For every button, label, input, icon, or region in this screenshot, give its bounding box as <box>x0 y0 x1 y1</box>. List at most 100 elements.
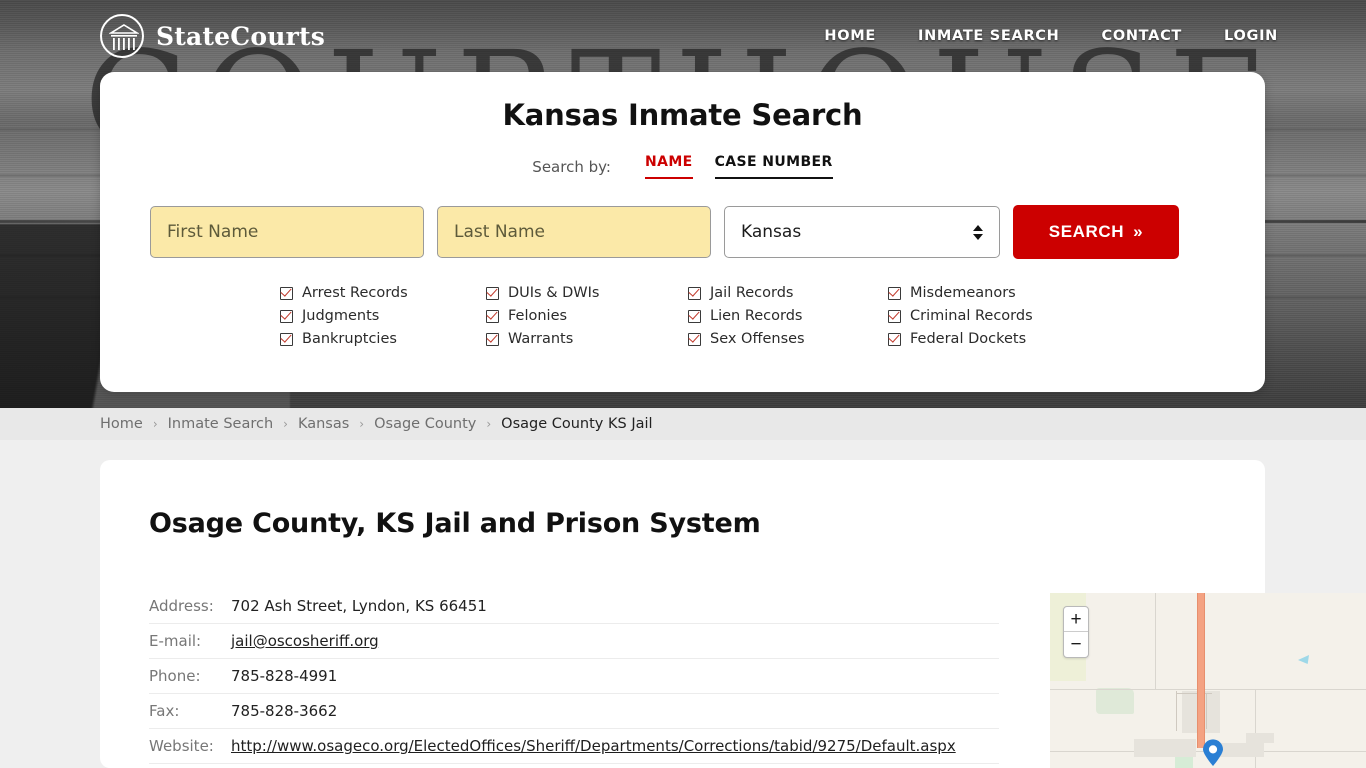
info-key: Website: <box>149 737 214 755</box>
top-navigation-bar: StateCourts HOME INMATE SEARCH CONTACT L… <box>0 0 1366 72</box>
nav-item-login[interactable]: LOGIN <box>1224 28 1278 44</box>
record-type-label: DUIs & DWIs <box>508 285 600 301</box>
record-type-item[interactable]: Judgments <box>280 308 486 324</box>
map-park-area <box>1096 688 1134 714</box>
tab-case-number[interactable]: CASE NUMBER <box>714 154 833 179</box>
map-minor-road <box>1206 693 1207 729</box>
main-nav: HOME INMATE SEARCH CONTACT LOGIN <box>824 28 1278 44</box>
breadcrumb-item-inmate-search[interactable]: Inmate Search <box>168 416 274 432</box>
record-type-list: Arrest Records DUIs & DWIs Jail Records … <box>280 285 1265 347</box>
nav-item-inmate-search[interactable]: INMATE SEARCH <box>918 28 1060 44</box>
table-row: Phone: 785-828-4991 <box>149 659 999 694</box>
chevron-right-double-icon: » <box>1133 222 1144 241</box>
map-water-area <box>1298 655 1309 664</box>
record-type-item[interactable]: Felonies <box>486 308 688 324</box>
info-value-fax: 785-828-3662 <box>231 702 338 720</box>
checkbox-checked-icon <box>688 286 701 300</box>
map-minor-road <box>1176 693 1212 694</box>
record-type-item[interactable]: DUIs & DWIs <box>486 285 688 301</box>
chevron-right-icon: › <box>486 417 492 431</box>
nav-item-home[interactable]: HOME <box>824 28 876 44</box>
breadcrumb-item-home[interactable]: Home <box>100 416 143 432</box>
table-row: Address: 702 Ash Street, Lyndon, KS 6645… <box>149 589 999 624</box>
map-location-marker-icon[interactable] <box>1202 739 1224 767</box>
search-by-label: Search by: <box>532 157 611 176</box>
nav-item-contact[interactable]: CONTACT <box>1101 28 1182 44</box>
record-type-label: Arrest Records <box>302 285 408 301</box>
map-tiles <box>1050 593 1366 768</box>
record-type-item[interactable]: Criminal Records <box>888 308 1098 324</box>
brand-logo[interactable]: StateCourts <box>100 14 325 58</box>
info-key: E-mail: <box>149 632 202 650</box>
info-value-website: http://www.osageco.org/ElectedOffices/Sh… <box>231 737 956 755</box>
chevron-right-icon: › <box>283 417 288 431</box>
record-type-item[interactable]: Federal Dockets <box>888 331 1098 347</box>
record-type-label: Felonies <box>508 308 568 324</box>
table-row: Fax: 785-828-3662 <box>149 694 999 729</box>
email-link[interactable]: jail@oscosheriff.org <box>231 632 379 650</box>
info-value-phone: 785-828-4991 <box>231 667 338 685</box>
search-button[interactable]: SEARCH » <box>1013 205 1179 259</box>
record-type-item[interactable]: Warrants <box>486 331 688 347</box>
info-key: Phone: <box>149 667 201 685</box>
record-type-label: Federal Dockets <box>910 331 1027 347</box>
checkbox-checked-icon <box>486 332 499 346</box>
courthouse-icon <box>100 14 144 58</box>
record-type-label: Lien Records <box>710 308 803 324</box>
first-name-input[interactable]: First Name <box>150 206 424 258</box>
record-type-item[interactable]: Sex Offenses <box>688 331 888 347</box>
map-road <box>1050 689 1366 690</box>
table-row: E-mail: jail@oscosheriff.org <box>149 624 999 659</box>
checkbox-checked-icon <box>280 309 293 323</box>
search-button-label: SEARCH <box>1048 222 1125 241</box>
tab-name[interactable]: NAME <box>644 154 693 179</box>
first-name-placeholder: First Name <box>167 222 259 242</box>
map-minor-road <box>1176 691 1177 731</box>
search-by-tabs: Search by: NAME CASE NUMBER <box>100 154 1265 179</box>
info-key: Address: <box>149 597 214 615</box>
map-zoom-out-button[interactable]: − <box>1064 632 1088 657</box>
breadcrumb-item-kansas[interactable]: Kansas <box>298 416 349 432</box>
checkbox-checked-icon <box>280 286 293 300</box>
record-type-item[interactable]: Jail Records <box>688 285 888 301</box>
website-link[interactable]: http://www.osageco.org/ElectedOffices/Sh… <box>231 737 956 755</box>
map-building-block <box>1134 739 1196 757</box>
info-value-email: jail@oscosheriff.org <box>231 632 379 650</box>
breadcrumb-item-current: Osage County KS Jail <box>501 416 653 432</box>
record-type-item[interactable]: Misdemeanors <box>888 285 1098 301</box>
table-row: Website: http://www.osageco.org/ElectedO… <box>149 729 999 764</box>
chevron-right-icon: › <box>359 417 365 431</box>
location-map[interactable]: + − <box>1050 593 1366 768</box>
search-card-title: Kansas Inmate Search <box>502 98 863 132</box>
map-road <box>1155 593 1156 689</box>
last-name-input[interactable]: Last Name <box>437 206 711 258</box>
state-select-value: Kansas <box>741 222 802 242</box>
state-select[interactable]: Kansas <box>724 206 1000 258</box>
search-form: First Name Last Name Kansas SEARCH » <box>100 205 1265 259</box>
map-zoom-in-button[interactable]: + <box>1064 607 1088 632</box>
record-type-label: Warrants <box>508 331 574 347</box>
checkbox-checked-icon <box>486 286 499 300</box>
map-building-block <box>1246 733 1274 743</box>
record-type-label: Misdemeanors <box>910 285 1016 301</box>
checkbox-checked-icon <box>888 309 901 323</box>
record-type-label: Sex Offenses <box>710 331 805 347</box>
chevron-right-icon: › <box>152 417 158 431</box>
checkbox-checked-icon <box>688 309 701 323</box>
breadcrumb-bar: Home › Inmate Search › Kansas › Osage Co… <box>0 408 1366 440</box>
record-type-label: Jail Records <box>710 285 794 301</box>
checkbox-checked-icon <box>280 332 293 346</box>
record-type-label: Bankruptcies <box>302 331 397 347</box>
last-name-placeholder: Last Name <box>454 222 545 242</box>
record-type-item[interactable]: Bankruptcies <box>280 331 486 347</box>
map-zoom-controls: + − <box>1063 606 1089 658</box>
record-type-label: Criminal Records <box>910 308 1033 324</box>
record-type-item[interactable]: Lien Records <box>688 308 888 324</box>
record-type-item[interactable]: Arrest Records <box>280 285 486 301</box>
info-value-address: 702 Ash Street, Lyndon, KS 66451 <box>231 597 487 615</box>
checkbox-checked-icon <box>688 332 701 346</box>
breadcrumb-item-osage-county[interactable]: Osage County <box>374 416 476 432</box>
map-highway <box>1197 593 1205 748</box>
stepper-icon <box>973 224 983 240</box>
facility-info-table: Address: 702 Ash Street, Lyndon, KS 6645… <box>149 589 999 764</box>
